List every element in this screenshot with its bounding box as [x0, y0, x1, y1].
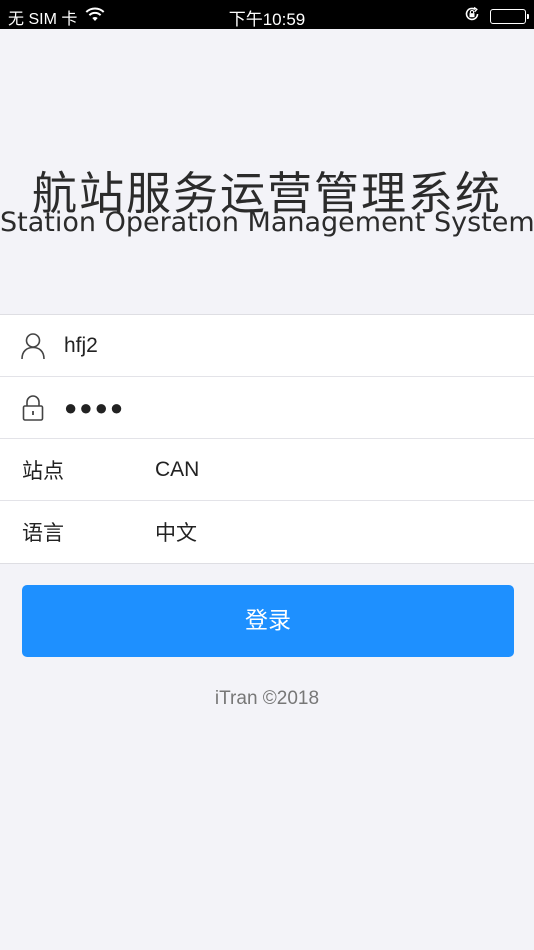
- username-input[interactable]: hfj2: [64, 334, 98, 358]
- user-icon: [20, 332, 46, 360]
- header: 航站服务运营管理系统 Station Operation Management …: [0, 29, 534, 315]
- lock-icon: [20, 394, 46, 422]
- status-bar: 无 SIM 卡 下午10:59: [0, 0, 534, 29]
- app-title-english: Station Operation Management System: [0, 207, 534, 238]
- language-value[interactable]: 中文: [155, 517, 197, 547]
- station-selector[interactable]: 站点 CAN: [0, 439, 534, 501]
- login-form: hfj2 ●●●● 站点 CAN 语言 中文: [0, 314, 534, 564]
- username-field[interactable]: hfj2: [0, 315, 534, 377]
- password-input[interactable]: ●●●●: [64, 395, 125, 421]
- language-selector[interactable]: 语言 中文: [0, 501, 534, 563]
- login-button[interactable]: 登录: [22, 585, 514, 657]
- footer-copyright: iTran ©2018: [214, 688, 320, 709]
- station-value[interactable]: CAN: [155, 458, 199, 482]
- status-bar-right: [464, 6, 529, 27]
- language-label: 语言: [22, 521, 64, 545]
- password-field[interactable]: ●●●●: [0, 377, 534, 439]
- station-label: 站点: [22, 458, 64, 483]
- status-time: 下午10:59: [228, 10, 306, 29]
- orientation-lock-icon: [464, 6, 480, 27]
- battery-icon: [490, 9, 529, 24]
